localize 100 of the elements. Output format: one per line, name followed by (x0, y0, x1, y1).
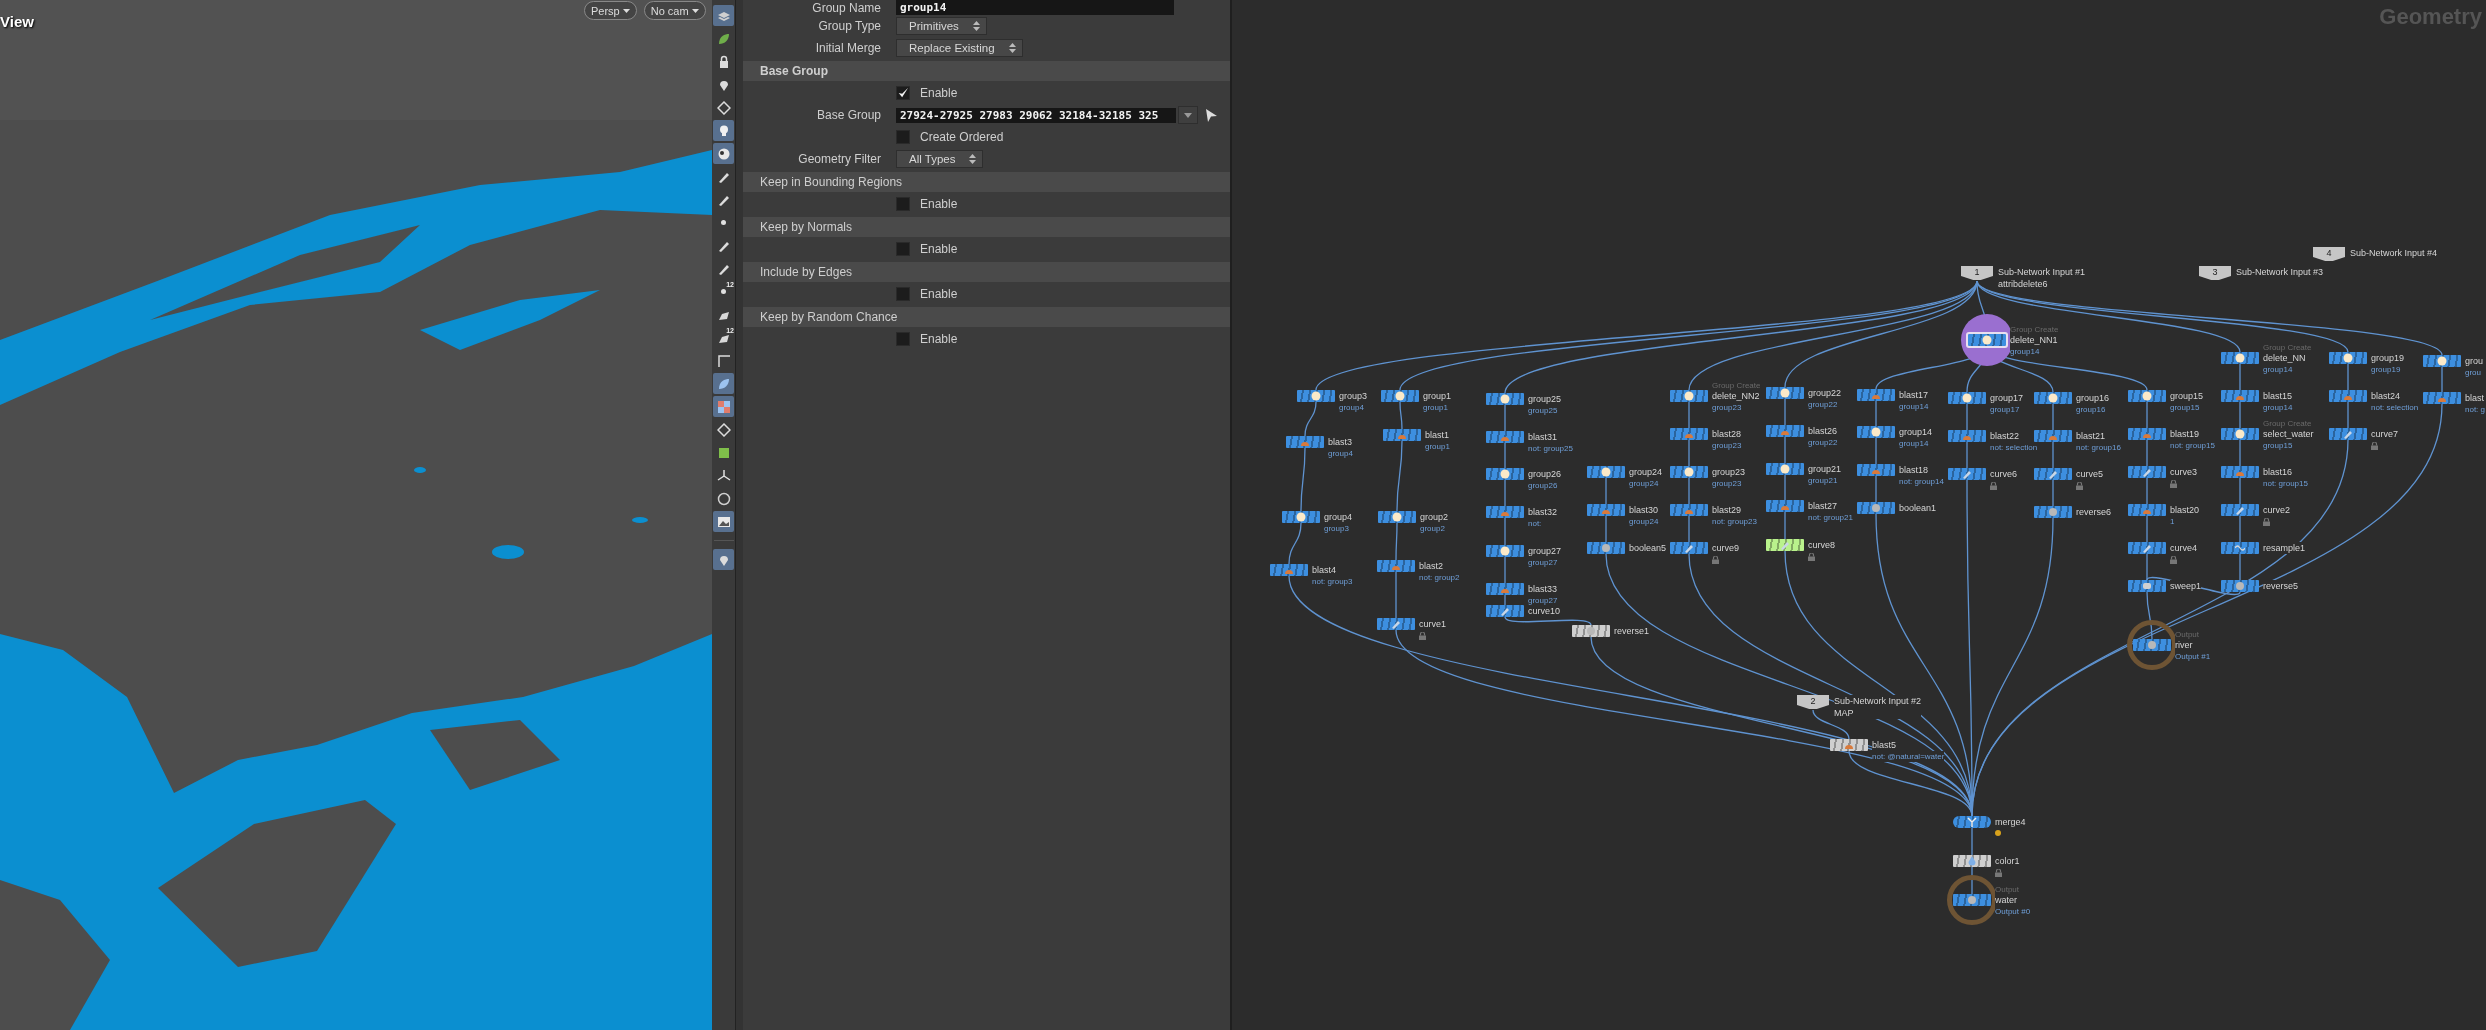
node-name: group4 (1324, 511, 1353, 523)
network-node[interactable] (1766, 425, 1804, 437)
network-node[interactable] (2221, 428, 2259, 440)
network-node[interactable] (1270, 564, 1308, 576)
node-name: delete_NN (2263, 352, 2306, 364)
network-node[interactable] (1857, 389, 1895, 401)
network-node[interactable] (2128, 428, 2166, 440)
input-field[interactable]: group14 (896, 0, 1174, 15)
network-node[interactable] (1670, 428, 1708, 440)
network-node[interactable] (2128, 580, 2166, 592)
network-node[interactable] (1486, 468, 1524, 480)
network-node[interactable] (2034, 430, 2072, 442)
network-node[interactable] (1587, 542, 1625, 554)
network-node[interactable] (1968, 334, 2006, 346)
checkbox[interactable] (896, 130, 910, 144)
node-name: reverse6 (2076, 506, 2111, 518)
input-node[interactable]: 2 (1797, 695, 1829, 709)
network-node[interactable] (1766, 463, 1804, 475)
network-node[interactable] (2329, 352, 2367, 364)
network-node[interactable] (1286, 436, 1324, 448)
network-node[interactable] (1486, 583, 1524, 595)
input-node[interactable]: 4 (2313, 247, 2345, 261)
camera-menu[interactable]: No cam (643, 1, 706, 20)
network-node[interactable] (2128, 466, 2166, 478)
network-node[interactable] (1857, 464, 1895, 476)
section-header[interactable]: Keep in Bounding Regions (743, 172, 1230, 192)
leaf-button[interactable] (713, 373, 734, 394)
network-node[interactable] (1670, 466, 1708, 478)
network-node[interactable] (1766, 500, 1804, 512)
network-node[interactable] (1282, 511, 1320, 523)
network-node[interactable] (1381, 390, 1419, 402)
dropdown[interactable]: All Types (896, 150, 984, 168)
network-node[interactable] (1377, 618, 1415, 630)
network-node[interactable] (1830, 739, 1868, 751)
network-node[interactable] (2221, 352, 2259, 364)
checker-button[interactable] (713, 396, 734, 417)
network-node[interactable] (1953, 816, 1991, 828)
input-node[interactable]: 1 (1961, 266, 1993, 280)
network-node[interactable] (1587, 504, 1625, 516)
network-node[interactable] (2034, 506, 2072, 518)
sphere-button[interactable] (713, 143, 734, 164)
network-node[interactable] (2128, 504, 2166, 516)
network-node[interactable] (1953, 855, 1991, 867)
network-node[interactable] (1948, 468, 1986, 480)
network-node[interactable] (1486, 545, 1524, 557)
checkbox[interactable] (896, 242, 910, 256)
network-node[interactable] (1857, 426, 1895, 438)
network-node[interactable] (1948, 392, 1986, 404)
network-node[interactable] (1486, 506, 1524, 518)
dropdown[interactable]: Replace Existing (896, 39, 1023, 57)
network-node[interactable] (2329, 428, 2367, 440)
network-node[interactable] (2128, 542, 2166, 554)
network-node[interactable] (1766, 539, 1804, 551)
section-header[interactable]: Include by Edges (743, 262, 1230, 282)
cursor-arrow-icon[interactable] (1206, 108, 1217, 122)
layers-button[interactable] (713, 5, 734, 26)
network-node[interactable] (1297, 390, 1335, 402)
section-header[interactable]: Base Group (743, 61, 1230, 81)
network-node[interactable] (1378, 511, 1416, 523)
input-field[interactable]: 27924-27925 27983 29062 32184-32185 325 (896, 107, 1176, 123)
network-node[interactable] (1486, 431, 1524, 443)
network-node[interactable] (2329, 390, 2367, 402)
checkbox[interactable] (896, 86, 910, 100)
camera-menu[interactable]: Persp (584, 1, 637, 20)
network-node[interactable] (2133, 639, 2171, 651)
input-node[interactable]: 3 (2199, 266, 2231, 280)
parameter-label: Geometry Filter (797, 152, 881, 166)
checkbox[interactable] (896, 332, 910, 346)
network-node[interactable] (2221, 504, 2259, 516)
network-node[interactable] (1948, 430, 1986, 442)
network-node[interactable] (2221, 466, 2259, 478)
network-node[interactable] (2221, 542, 2259, 554)
image-button[interactable] (713, 511, 734, 532)
dropdown[interactable]: Primitives (896, 17, 987, 35)
network-node[interactable] (2423, 392, 2461, 404)
network-node[interactable] (1587, 466, 1625, 478)
section-header[interactable]: Keep by Random Chance (743, 307, 1230, 327)
network-node[interactable] (1486, 393, 1524, 405)
network-node[interactable] (1486, 605, 1524, 617)
network-node[interactable] (2128, 390, 2166, 402)
pin-button[interactable] (713, 549, 734, 570)
network-node[interactable] (2221, 580, 2259, 592)
network-node[interactable] (1766, 387, 1804, 399)
network-node[interactable] (1383, 429, 1421, 441)
checkbox[interactable] (896, 197, 910, 211)
checkbox[interactable] (896, 287, 910, 301)
network-node[interactable] (1377, 560, 1415, 572)
network-node[interactable] (1670, 390, 1708, 402)
network-node[interactable] (1953, 894, 1991, 906)
network-node[interactable] (2423, 355, 2461, 367)
network-node[interactable] (1670, 542, 1708, 554)
network-node[interactable] (1572, 625, 1610, 637)
section-header[interactable]: Keep by Normals (743, 217, 1230, 237)
menu-button[interactable] (1178, 106, 1198, 124)
network-node[interactable] (2034, 392, 2072, 404)
network-node[interactable] (1857, 502, 1895, 514)
network-node[interactable] (2034, 468, 2072, 480)
network-node[interactable] (1670, 504, 1708, 516)
network-node[interactable] (2221, 390, 2259, 402)
bulb-button[interactable] (713, 120, 734, 141)
